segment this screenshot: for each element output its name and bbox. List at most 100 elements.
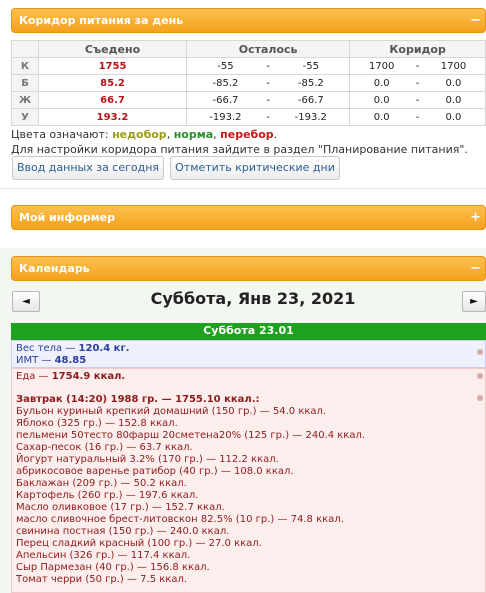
food-box[interactable]: Еда — 1754.9 ккал. Завтрак (14:20) 1988 …: [11, 368, 486, 593]
list-item: Картофель (260 гр.) — 197.6 ккал.: [16, 490, 199, 501]
breakfast-header: Завтрак (14:20) 1988 гр. — 1755.10 ккал.…: [16, 394, 481, 406]
list-item: Перец сладкий красный (100 гр.) — 27.0 к…: [16, 538, 262, 549]
legend-norm: норма: [173, 128, 214, 141]
list-item: Сыр Пармезан (40 гр.) — 156.8 ккал.: [16, 562, 210, 573]
list-item: Йогурт натуральный 3.2% (170 гр.) — 112.…: [16, 454, 279, 465]
food-total-line: Еда — 1754.9 ккал.: [16, 371, 481, 383]
legend-over: перебор: [220, 128, 274, 141]
calendar-date-title: Суббота, Янв 23, 2021: [150, 289, 356, 308]
collapse-icon[interactable]: −: [470, 257, 481, 281]
color-legend: Цвета означают: недобор, норма, перебор.…: [11, 127, 468, 157]
table-row: Ж 66.7 -66.7 - -66.7 0.0 - 0.0: [11, 91, 486, 109]
edit-icon[interactable]: [477, 373, 483, 379]
list-item: Масло оливковое (17 гр.) — 152.7 ккал.: [16, 502, 225, 513]
list-item: Сахар-песок (16 гр.) — 63.7 ккал.: [16, 442, 193, 453]
corridor-panel-header[interactable]: Коридор питания за день −: [11, 8, 486, 33]
enter-today-button[interactable]: Ввод данных за сегодня: [12, 156, 164, 180]
row-label: У: [11, 108, 39, 126]
header-cell: Осталось: [185, 40, 351, 58]
eaten-value: 1755: [38, 57, 187, 75]
corridor-max: 1700: [421, 57, 486, 75]
table-row: К 1755 -55 - -55 1700 - 1700: [11, 57, 486, 75]
left-sep: -: [263, 108, 273, 126]
left-sep: -: [263, 91, 273, 109]
edit-icon[interactable]: [477, 349, 483, 355]
list-item: Яблоко (325 гр.) — 152.8 ккал.: [16, 418, 178, 429]
row-label: К: [11, 57, 39, 75]
corridor-min: 0.0: [349, 74, 414, 92]
calendar-panel-header[interactable]: Календарь −: [11, 256, 486, 281]
calendar-panel-title: Календарь: [19, 262, 90, 275]
corridor-sep: -: [413, 108, 422, 126]
corridor-min: 1700: [349, 57, 414, 75]
bmi-value: 48.85: [54, 355, 87, 366]
list-item: пельмени 50тесто 80фарш 20сметена20% (12…: [16, 430, 366, 441]
row-label: Б: [11, 74, 39, 92]
list-item: абрикосовое варенье ратибор (40 гр.) — 1…: [16, 466, 294, 477]
header-cell: [11, 40, 39, 58]
eaten-value: 66.7: [38, 91, 187, 109]
list-item: Томат черри (50 гр.) — 7.5 ккал.: [16, 574, 188, 585]
list-item: свинина постная (150 гр.) — 240.0 ккал.: [16, 526, 230, 537]
corridor-max: 0.0: [421, 108, 486, 126]
weight-value: 120.4 кг.: [78, 343, 130, 354]
left-max: -66.7: [272, 91, 351, 109]
left-min: -66.7: [185, 91, 264, 109]
corridor-sep: -: [413, 74, 422, 92]
breakfast-title: Завтрак (14:20) 1988 гр. — 1755.10 ккал.…: [16, 394, 260, 405]
informer-panel-title: Мой информер: [19, 211, 116, 224]
left-min: -85.2: [185, 74, 264, 92]
corridor-min: 0.0: [349, 108, 414, 126]
next-day-button[interactable]: ►: [462, 291, 486, 312]
corridor-min: 0.0: [349, 91, 414, 109]
table-header-row: Съедено Осталось Коридор: [11, 40, 486, 58]
corridor-table: Съедено Осталось Коридор К 1755 -55 - -5…: [11, 40, 486, 126]
edit-icon[interactable]: [477, 395, 483, 401]
corridor-hint: Для настройки коридора питания зайдите в…: [11, 143, 468, 156]
weight-box[interactable]: Вес тела — 120.4 кг. ИМТ — 48.85: [11, 340, 486, 368]
legend-line: Цвета означают: недобор, норма, перебор.: [11, 127, 468, 142]
left-min: -193.2: [185, 108, 264, 126]
corridor-max: 0.0: [421, 74, 486, 92]
table-row: У 193.2 -193.2 - -193.2 0.0 - 0.0: [11, 108, 486, 126]
divider: [0, 188, 486, 189]
row-label: Ж: [11, 91, 39, 109]
legend-under: недобор: [112, 128, 167, 141]
left-sep: -: [263, 57, 273, 75]
header-cell: Коридор: [349, 40, 486, 58]
list-item: Апельсин (326 гр.) — 117.4 ккал.: [16, 550, 191, 561]
eaten-value: 193.2: [38, 108, 187, 126]
left-min: -55: [185, 57, 264, 75]
corridor-max: 0.0: [421, 91, 486, 109]
collapse-icon[interactable]: −: [470, 9, 481, 33]
day-bar[interactable]: Суббота 23.01: [11, 323, 486, 340]
legend-comma: ,: [166, 128, 174, 141]
weight-label: Вес тела —: [16, 343, 79, 354]
mark-critical-days-button[interactable]: Отметить критические дни: [170, 156, 340, 180]
list-item: Бульон куриный крепкий домашний (150 гр.…: [16, 406, 327, 417]
arrow-right-icon: ►: [470, 296, 478, 307]
expand-icon[interactable]: +: [470, 206, 481, 230]
list-item: Баклажан (209 гр.) — 50.2 ккал.: [16, 478, 187, 489]
food-label: Еда —: [16, 371, 52, 382]
left-max: -55: [272, 57, 351, 75]
list-item: масло сливочное брест-литовскон 82.5% (1…: [16, 514, 344, 525]
arrow-left-icon: ◄: [22, 296, 30, 307]
table-row: Б 85.2 -85.2 - -85.2 0.0 - 0.0: [11, 74, 486, 92]
left-max: -85.2: [272, 74, 351, 92]
header-cell: Съедено: [38, 40, 187, 58]
corridor-panel-title: Коридор питания за день: [19, 14, 184, 27]
bmi-label: ИМТ —: [16, 355, 55, 366]
food-value: 1754.9 ккал.: [51, 371, 126, 382]
weight-line: Вес тела — 120.4 кг.: [16, 343, 481, 355]
left-max: -193.2: [272, 108, 351, 126]
corridor-sep: -: [413, 57, 422, 75]
eaten-value: 85.2: [38, 74, 187, 92]
prev-day-button[interactable]: ◄: [12, 291, 40, 312]
left-sep: -: [263, 74, 273, 92]
corridor-sep: -: [413, 91, 422, 109]
legend-end: .: [273, 128, 278, 141]
informer-panel-header[interactable]: Мой информер +: [11, 205, 486, 230]
bmi-line: ИМТ — 48.85: [16, 355, 481, 367]
